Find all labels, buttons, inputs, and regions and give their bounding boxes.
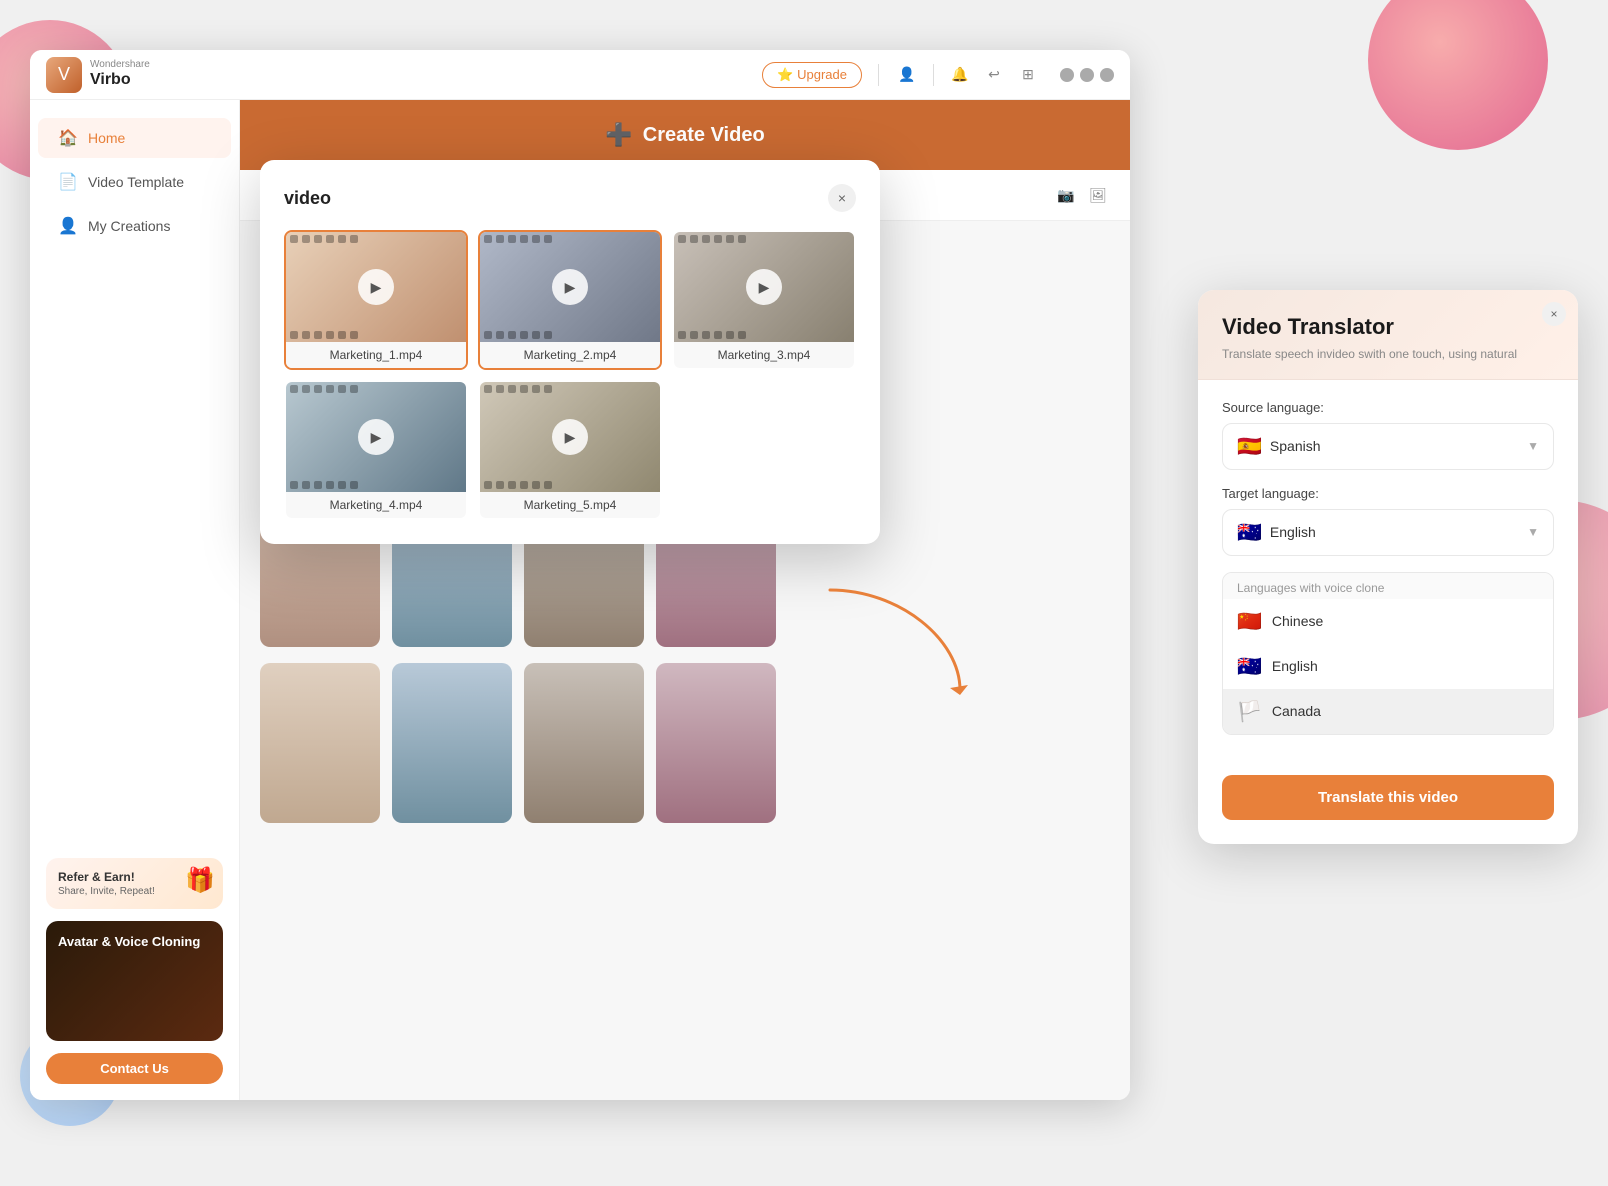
dialog-title: video — [284, 188, 331, 209]
video-item-2[interactable]: ▶ Marketing_2.mp4 — [478, 230, 662, 370]
brand-name: Wondershare — [90, 60, 150, 70]
translator-panel: × Video Translator Translate speech invi… — [1198, 290, 1578, 844]
video-item-1[interactable]: ▶ Marketing_1.mp4 — [284, 230, 468, 370]
grid-icon[interactable]: ⊞ — [1016, 63, 1040, 87]
home-icon: 🏠 — [58, 128, 78, 148]
sidebar: 🏠 Home 📄 Video Template 👤 My Creations 🎁… — [30, 100, 240, 1100]
translator-body: Source language: 🇪🇸 Spanish ▼ Target lan… — [1198, 380, 1578, 771]
avatar-voice-card: Avatar & Voice Cloning — [46, 921, 223, 1041]
dialog-close-button[interactable]: × — [828, 184, 856, 212]
video-item-3[interactable]: ▶ Marketing_3.mp4 — [672, 230, 856, 370]
video-dialog: video × ▶ Marketing_1.mp4 — [260, 160, 880, 544]
creation-card-6[interactable] — [392, 663, 512, 823]
target-lang-name: English — [1270, 524, 1316, 540]
video-thumb-2: ▶ — [480, 232, 660, 342]
logo-text: Wondershare Virbo — [90, 60, 150, 89]
target-lang-chevron: ▼ — [1527, 525, 1539, 539]
creations-row-2 — [260, 663, 1110, 823]
source-language-select[interactable]: 🇪🇸 Spanish ▼ — [1222, 423, 1554, 470]
sidebar-label-home: Home — [88, 130, 125, 146]
close-window-button[interactable] — [1100, 68, 1114, 82]
tool-icon-2[interactable]: 🖼 — [1086, 183, 1110, 207]
deco-circle-top-right — [1368, 0, 1548, 150]
source-lang-chevron: ▼ — [1527, 439, 1539, 453]
english-flag: 🇦🇺 — [1237, 654, 1262, 679]
lang-option-canada[interactable]: 🏳️ Canada — [1223, 689, 1553, 734]
voice-clone-dropdown: Languages with voice clone 🇨🇳 Chinese 🇦🇺… — [1222, 572, 1554, 735]
video-name-5: Marketing_5.mp4 — [480, 492, 660, 518]
video-thumb-5: ▶ — [480, 382, 660, 492]
divider — [878, 64, 879, 86]
video-template-icon: 📄 — [58, 172, 78, 192]
video-name-1: Marketing_1.mp4 — [286, 342, 466, 368]
translator-description: Translate speech invideo swith one touch… — [1222, 346, 1554, 363]
create-video-icon: ➕ — [605, 122, 632, 148]
play-button-4[interactable]: ▶ — [358, 419, 394, 455]
creation-card-8[interactable] — [656, 663, 776, 823]
refer-icon: 🎁 — [185, 866, 215, 895]
translator-close-button[interactable]: × — [1542, 302, 1566, 326]
tool-icon-1[interactable]: 📷 — [1054, 183, 1078, 207]
voice-clone-section-label: Languages with voice clone — [1223, 573, 1553, 599]
translator-title: Video Translator — [1222, 314, 1554, 340]
upgrade-button[interactable]: ⭐ Upgrade — [762, 62, 862, 88]
dialog-header: video × — [284, 184, 856, 212]
canada-label: Canada — [1272, 703, 1321, 719]
translate-button[interactable]: Translate this video — [1222, 775, 1554, 820]
bell-icon[interactable]: 🔔 — [948, 63, 972, 87]
target-lang-flag: 🇦🇺 — [1237, 520, 1262, 545]
sidebar-item-home[interactable]: 🏠 Home — [38, 118, 231, 158]
source-lang-label: Source language: — [1222, 400, 1554, 415]
lang-option-chinese[interactable]: 🇨🇳 Chinese — [1223, 599, 1553, 644]
video-name-3: Marketing_3.mp4 — [674, 342, 854, 368]
upgrade-label: Upgrade — [797, 67, 847, 82]
video-thumb-3: ▶ — [674, 232, 854, 342]
video-item-4[interactable]: ▶ Marketing_4.mp4 — [284, 380, 468, 520]
target-language-select[interactable]: 🇦🇺 English ▼ — [1222, 509, 1554, 556]
sidebar-bottom: 🎁 Refer & Earn! Share, Invite, Repeat! A… — [30, 842, 239, 1100]
video-name-4: Marketing_4.mp4 — [286, 492, 466, 518]
play-button-1[interactable]: ▶ — [358, 269, 394, 305]
play-button-3[interactable]: ▶ — [746, 269, 782, 305]
translator-footer: Translate this video — [1198, 771, 1578, 844]
target-lang-label: Target language: — [1222, 486, 1554, 501]
creation-card-7[interactable] — [524, 663, 644, 823]
upgrade-icon: ⭐ — [777, 67, 793, 83]
app-name: Virbo — [90, 70, 150, 89]
sidebar-item-video-template[interactable]: 📄 Video Template — [38, 162, 231, 202]
video-thumb-1: ▶ — [286, 232, 466, 342]
translator-header: × Video Translator Translate speech invi… — [1198, 290, 1578, 380]
contact-button[interactable]: Contact Us — [46, 1053, 223, 1084]
source-lang-flag: 🇪🇸 — [1237, 434, 1262, 459]
video-grid: ▶ Marketing_1.mp4 ▶ Marketing_ — [284, 230, 856, 520]
chinese-label: Chinese — [1272, 613, 1323, 629]
avatar-voice-title: Avatar & Voice Cloning — [58, 933, 211, 951]
video-thumb-4: ▶ — [286, 382, 466, 492]
creation-card-5[interactable] — [260, 663, 380, 823]
sidebar-label-my-creations: My Creations — [88, 218, 170, 234]
sidebar-item-my-creations[interactable]: 👤 My Creations — [38, 206, 231, 246]
history-icon[interactable]: ↩ — [982, 63, 1006, 87]
refer-card: 🎁 Refer & Earn! Share, Invite, Repeat! — [46, 858, 223, 909]
chinese-flag: 🇨🇳 — [1237, 609, 1262, 634]
play-button-2[interactable]: ▶ — [552, 269, 588, 305]
video-item-5[interactable]: ▶ Marketing_5.mp4 — [478, 380, 662, 520]
logo-block: V Wondershare Virbo — [46, 57, 150, 93]
english-label: English — [1272, 658, 1318, 674]
play-button-5[interactable]: ▶ — [552, 419, 588, 455]
maximize-button[interactable] — [1080, 68, 1094, 82]
user-icon[interactable]: 👤 — [895, 63, 919, 87]
title-bar: V Wondershare Virbo ⭐ Upgrade 👤 🔔 ↩ ⊞ — [30, 50, 1130, 100]
window-controls — [1060, 68, 1114, 82]
minimize-button[interactable] — [1060, 68, 1074, 82]
sidebar-label-video-template: Video Template — [88, 174, 184, 190]
my-creations-icon: 👤 — [58, 216, 78, 236]
title-bar-icons: 👤 🔔 ↩ ⊞ — [895, 63, 1040, 87]
source-lang-name: Spanish — [1270, 438, 1321, 454]
create-video-label: Create Video — [643, 124, 765, 147]
video-name-2: Marketing_2.mp4 — [480, 342, 660, 368]
lang-option-english[interactable]: 🇦🇺 English — [1223, 644, 1553, 689]
canada-flag: 🏳️ — [1237, 699, 1262, 724]
logo-icon: V — [46, 57, 82, 93]
